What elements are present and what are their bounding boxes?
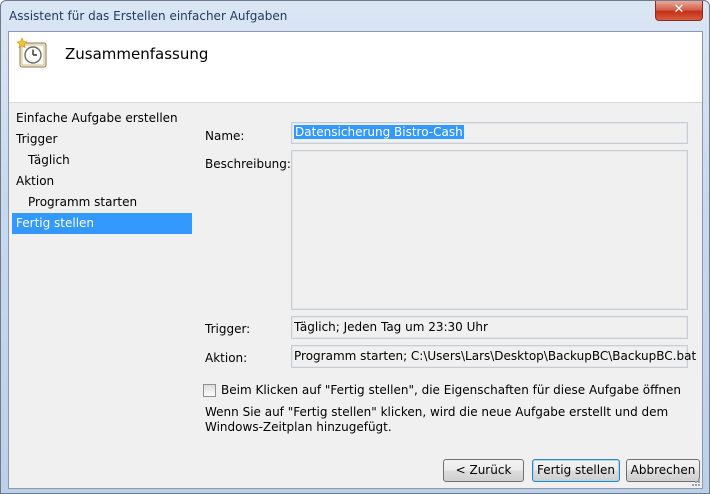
nav-item-fertig-stellen[interactable]: Fertig stellen — [12, 213, 192, 234]
back-button[interactable]: < Zurück — [443, 459, 524, 482]
close-icon: ✕ — [673, 2, 685, 17]
nav-item-programm-starten[interactable]: Programm starten — [12, 192, 192, 213]
nav-item-trigger[interactable]: Trigger — [12, 129, 192, 150]
page-title: Zusammenfassung — [65, 45, 209, 63]
name-label: Name: — [205, 129, 245, 143]
finish-button[interactable]: Fertig stellen — [532, 459, 620, 482]
open-properties-checkbox[interactable] — [203, 384, 216, 397]
wizard-window: Assistent für das Erstellen einfacher Au… — [0, 0, 710, 494]
wizard-steps-nav: Einfache Aufgabe erstellen Trigger Tägli… — [12, 108, 192, 234]
nav-item-aktion[interactable]: Aktion — [12, 171, 192, 192]
nav-item-einfache-aufgabe[interactable]: Einfache Aufgabe erstellen — [12, 108, 192, 129]
title-bar[interactable]: Assistent für das Erstellen einfacher Au… — [1, 1, 709, 31]
action-label: Aktion: — [205, 351, 248, 365]
wizard-header: Zusammenfassung — [9, 32, 702, 103]
info-text-line2: Windows-Zeitplan hinzugefügt. — [205, 420, 392, 434]
name-value: Datensicherung Bistro-Cash — [294, 125, 464, 139]
description-label: Beschreibung: — [205, 157, 291, 171]
window-title: Assistent für das Erstellen einfacher Au… — [9, 9, 288, 23]
trigger-value: Täglich; Jeden Tag um 23:30 Uhr — [294, 320, 488, 334]
nav-item-taeglich[interactable]: Täglich — [12, 150, 192, 171]
open-properties-label[interactable]: Beim Klicken auf "Fertig stellen", die E… — [221, 383, 681, 397]
action-value: Programm starten; C:\Users\Lars\Desktop\… — [294, 349, 697, 363]
close-button[interactable]: ✕ — [655, 1, 703, 21]
description-field[interactable] — [291, 150, 688, 310]
wizard-client-area: Zusammenfassung Einfache Aufgabe erstell… — [8, 31, 703, 489]
cancel-button[interactable]: Abbrechen — [626, 459, 700, 482]
resize-grip-icon[interactable] — [690, 476, 700, 486]
trigger-label: Trigger: — [205, 322, 251, 336]
trigger-field: Täglich; Jeden Tag um 23:30 Uhr — [291, 316, 688, 339]
task-scheduler-clock-icon — [17, 37, 47, 68]
name-field[interactable]: Datensicherung Bistro-Cash — [291, 122, 688, 144]
info-text-line1: Wenn Sie auf "Fertig stellen" klicken, w… — [205, 405, 669, 419]
action-field: Programm starten; C:\Users\Lars\Desktop\… — [291, 345, 696, 368]
